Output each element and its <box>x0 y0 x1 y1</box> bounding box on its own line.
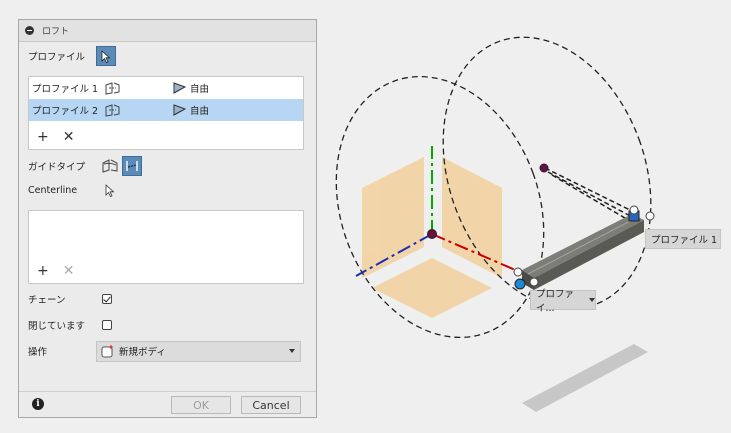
centerline-icon <box>126 161 138 171</box>
centerline-list: + ✕ <box>28 210 304 284</box>
cancel-button[interactable]: Cancel <box>241 396 301 414</box>
info-icon[interactable]: i <box>32 398 44 410</box>
profile1-handle-3[interactable] <box>645 211 655 221</box>
profile-2-condition[interactable]: 自由 <box>190 103 209 117</box>
profile-row-1[interactable]: プロファイル 1 自由 <box>29 77 303 99</box>
operation-value: 新規ボディ <box>119 347 166 358</box>
loft-dialog: ロフト プロファイル プロファイル 1 自由 プロファイル 2 自由 + ✕ ガ… <box>18 19 317 418</box>
operation-row: 操作 新規ボディ <box>28 340 301 362</box>
dialog-titlebar[interactable]: ロフト <box>19 20 316 42</box>
profile-select-button[interactable] <box>96 46 116 66</box>
ground-shadow <box>522 344 648 412</box>
guide-centerline-button[interactable] <box>122 156 142 176</box>
profile-label: プロファイル <box>28 52 86 63</box>
operation-label: 操作 <box>28 347 48 358</box>
closed-checkbox[interactable] <box>102 320 112 330</box>
profile-2-name: プロファイル 2 <box>32 106 99 117</box>
centerline-row: Centerline <box>28 180 120 200</box>
free-condition-icon[interactable] <box>172 103 188 117</box>
dialog-title: ロフト <box>42 27 70 37</box>
profile1-handle-2[interactable] <box>629 205 639 215</box>
new-body-icon <box>101 345 113 358</box>
remove-profile-button[interactable]: ✕ <box>63 130 75 144</box>
minus-circle-icon[interactable] <box>25 26 34 35</box>
profile2-handle-2[interactable] <box>513 267 523 277</box>
profile-row: プロファイル <box>28 46 116 66</box>
profile2-viewport-label[interactable]: プロファイ... <box>530 289 596 314</box>
guide-type-row: ガイドタイプ <box>28 156 142 176</box>
dialog-footer: i OK Cancel <box>19 391 316 417</box>
chevron-down-icon <box>289 348 295 353</box>
closed-row: 閉じています <box>28 315 112 335</box>
add-profile-button[interactable]: + <box>37 130 49 144</box>
origin-point[interactable] <box>427 229 437 239</box>
profile-row-2[interactable]: プロファイル 2 自由 <box>29 99 303 121</box>
profiles-list: プロファイル 1 自由 プロファイル 2 自由 + ✕ <box>28 76 304 150</box>
loft-guide-ellipse-1 <box>335 75 545 339</box>
chain-label: チェーン <box>28 295 66 306</box>
chevron-down-icon <box>589 298 595 302</box>
chain-row: チェーン <box>28 289 112 309</box>
centerline-select-button[interactable] <box>100 180 120 200</box>
guide-point[interactable] <box>539 163 549 173</box>
profile2-viewport-label-text: プロファイ... <box>536 289 575 314</box>
loft-profile-icon[interactable] <box>104 81 122 95</box>
loft-body[interactable] <box>522 214 644 290</box>
ok-button[interactable]: OK <box>171 396 231 414</box>
profile-1-condition[interactable]: 自由 <box>190 81 209 95</box>
chain-checkbox[interactable] <box>102 294 112 304</box>
add-centerline-button[interactable]: + <box>37 264 49 278</box>
loft-profile-icon[interactable] <box>104 103 122 117</box>
centerline-label: Centerline <box>28 184 78 196</box>
rails-icon <box>102 159 118 173</box>
profile-1-name: プロファイル 1 <box>32 84 99 95</box>
free-condition-icon[interactable] <box>172 81 188 95</box>
profile2-handle-3[interactable] <box>529 277 539 287</box>
guide-type-label: ガイドタイプ <box>28 162 86 173</box>
cursor-arrow-icon <box>105 183 115 197</box>
operation-select[interactable]: 新規ボディ <box>96 340 301 362</box>
remove-centerline-button[interactable]: ✕ <box>63 264 75 278</box>
cursor-arrow-icon <box>101 49 111 63</box>
profile1-viewport-label[interactable]: プロファイル 1 <box>645 229 721 249</box>
guide-rails-button[interactable] <box>100 156 120 176</box>
closed-label: 閉じています <box>28 321 86 332</box>
profile2-handle-1[interactable] <box>514 278 526 290</box>
